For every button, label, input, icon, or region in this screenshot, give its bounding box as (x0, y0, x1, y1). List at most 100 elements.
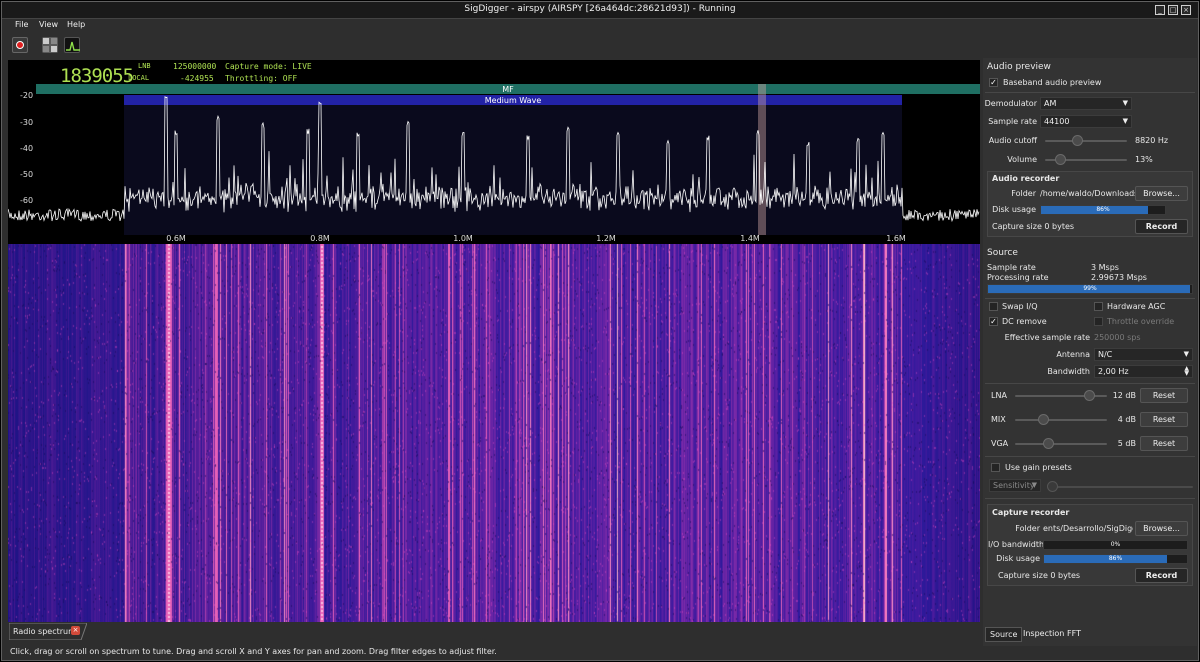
tab-radio-spectrum[interactable]: Radio spectrum × (9, 623, 87, 640)
audio-folder-label: Folder (1011, 189, 1036, 198)
band-mf-label: MF (502, 85, 514, 94)
effective-rate-value: 250000 sps (1094, 333, 1141, 342)
audio-capture-size: Capture size 0 bytes (992, 222, 1075, 231)
hardware-agc-checkbox[interactable] (1094, 302, 1103, 311)
swap-iq-checkbox[interactable] (989, 302, 998, 311)
bandwidth-label: Bandwidth (1047, 367, 1090, 376)
audio-disk-fill (1041, 206, 1148, 214)
settings-icon[interactable] (42, 37, 58, 53)
band-medium-wave-label: Medium Wave (485, 96, 542, 105)
gain-presets-label: Use gain presets (1005, 463, 1072, 472)
gain-mix-reset-button[interactable]: Reset (1140, 412, 1188, 427)
menu-file[interactable]: File (15, 20, 28, 29)
tab-radio-spectrum-label: Radio spectrum (13, 627, 76, 636)
spectrum-plot[interactable]: MF Medium Wave -20 -30 -40 -50 -60 0.6M 0.8M 1.0M… (8, 60, 980, 244)
local-value[interactable]: -424955 (180, 74, 214, 83)
audio-recorder-heading: Audio recorder (992, 174, 1060, 183)
waterfall-canvas[interactable] (8, 244, 980, 622)
audio-cutoff-slider[interactable] (1045, 140, 1127, 142)
x-tick-label: 0.6M (166, 234, 186, 243)
frequency-display[interactable]: 1839055 (60, 65, 134, 87)
capture-recorder-heading: Capture recorder (992, 508, 1070, 517)
processing-rate-label: Processing rate (987, 273, 1049, 282)
gain-mix-slider[interactable] (1015, 419, 1107, 421)
y-tick-label: -40 (20, 144, 33, 153)
demodulator-select[interactable]: AM ▼ (1040, 97, 1132, 110)
chevron-down-icon: ▼ (1031, 481, 1037, 489)
audio-folder-value: /home/waldo/Downloads (1040, 189, 1139, 198)
dc-remove-checkbox[interactable]: ✓ (989, 317, 998, 326)
audio-recorder-group: Audio recorder Folder /home/waldo/Downlo… (987, 171, 1193, 237)
throttle-override-checkbox[interactable] (1094, 317, 1103, 326)
audio-browse-button[interactable]: Browse... (1135, 186, 1188, 201)
audio-cutoff-handle[interactable] (1071, 135, 1083, 146)
gain-mix-value: 4 dB (1117, 415, 1136, 424)
minimize-icon[interactable]: _ (1155, 5, 1165, 15)
gain-vga-value: 5 dB (1117, 439, 1136, 448)
capture-record-button[interactable]: Record (1135, 568, 1188, 583)
gain-mix-handle[interactable] (1038, 414, 1050, 425)
tab-inspection[interactable]: Inspection (1019, 627, 1068, 642)
spectrum-view[interactable]: MF Medium Wave -20 -30 -40 -50 -60 0.6M 0.8M 1.0M… (8, 60, 980, 244)
antenna-label: Antenna (1056, 350, 1090, 359)
swap-iq-label: Swap I/Q (1002, 302, 1038, 311)
x-tick-label: 1.0M (453, 234, 473, 243)
capture-browse-button[interactable]: Browse... (1135, 521, 1188, 536)
antenna-select[interactable]: N/C ▼ (1094, 348, 1193, 361)
capture-folder-label: Folder (1015, 524, 1040, 533)
close-icon[interactable]: × (1181, 5, 1191, 15)
dc-remove-label: DC remove (1002, 317, 1047, 326)
gain-preset-slider[interactable] (1051, 486, 1193, 488)
x-tick-label: 1.6M (886, 234, 906, 243)
io-bandwidth-bar: 0% (1043, 540, 1188, 550)
gain-lna-label: LNA (991, 391, 1007, 400)
gain-vga-reset-button[interactable]: Reset (1140, 436, 1188, 451)
bandwidth-spinbox[interactable]: 2,00 Hz ▲ ▼ (1094, 365, 1193, 378)
gain-preset-select[interactable]: Sensitivity ▼ (989, 479, 1041, 492)
gain-mix-label: MIX (991, 415, 1006, 424)
waterfall-view[interactable] (8, 244, 980, 622)
y-tick-label: -50 (20, 170, 33, 179)
close-tab-icon[interactable]: × (71, 626, 80, 635)
y-tick-label: -20 (20, 91, 33, 100)
gain-vga-handle[interactable] (1043, 438, 1055, 449)
menu-view[interactable]: View (39, 20, 58, 29)
volume-handle[interactable] (1054, 154, 1066, 165)
maximize-icon[interactable]: □ (1168, 5, 1178, 15)
toolbar (2, 33, 1198, 57)
baseband-label: Baseband audio preview (1003, 78, 1102, 87)
spectrum-icon[interactable] (64, 37, 80, 53)
baseband-checkbox[interactable]: ✓ (989, 78, 998, 87)
effective-rate-label: Effective sample rate (1004, 333, 1090, 342)
chevron-down-icon: ▼ (1183, 350, 1189, 358)
capture-recorder-group: Capture recorder Folder ents/Desarrollo/… (987, 504, 1193, 586)
tab-fft[interactable]: FFT (1063, 627, 1085, 642)
source-heading: Source (987, 248, 1018, 258)
gain-vga-slider[interactable] (1015, 443, 1107, 445)
capture-folder-value: ents/Desarrollo/SigDigger (1043, 524, 1133, 533)
status-bar: Click, drag or scroll on spectrum to tun… (2, 645, 1198, 660)
side-panel: Audio preview ✓ Baseband audio preview D… (983, 58, 1197, 646)
capture-disk-label: Disk usage (996, 554, 1040, 563)
processing-bar: 99% (987, 284, 1193, 294)
status-text: Click, drag or scroll on spectrum to tun… (10, 647, 497, 656)
gain-preset-handle[interactable] (1047, 481, 1058, 492)
demodulator-label: Demodulator (984, 99, 1037, 108)
record-icon[interactable] (12, 37, 28, 53)
menu-help[interactable]: Help (67, 20, 85, 29)
throttling-status: Throttling: OFF (225, 74, 298, 83)
gain-lna-handle[interactable] (1083, 390, 1095, 401)
sample-rate-select[interactable]: 44100 ▼ (1040, 115, 1132, 128)
y-tick-label: -30 (20, 118, 33, 127)
lnb-label: LNB (138, 62, 151, 70)
spin-arrows-icon: ▲ ▼ (1184, 365, 1189, 377)
audio-cutoff-label: Audio cutoff (988, 136, 1037, 145)
lnb-value[interactable]: 125000000 (173, 62, 216, 71)
audio-record-button[interactable]: Record (1135, 219, 1188, 234)
x-tick-label: 1.4M (740, 234, 760, 243)
gain-presets-checkbox[interactable] (991, 463, 1000, 472)
gain-lna-reset-button[interactable]: Reset (1140, 388, 1188, 403)
io-bandwidth-label: I/O bandwidth (988, 540, 1045, 549)
tab-source[interactable]: Source (985, 627, 1023, 642)
x-tick-label: 0.8M (310, 234, 330, 243)
